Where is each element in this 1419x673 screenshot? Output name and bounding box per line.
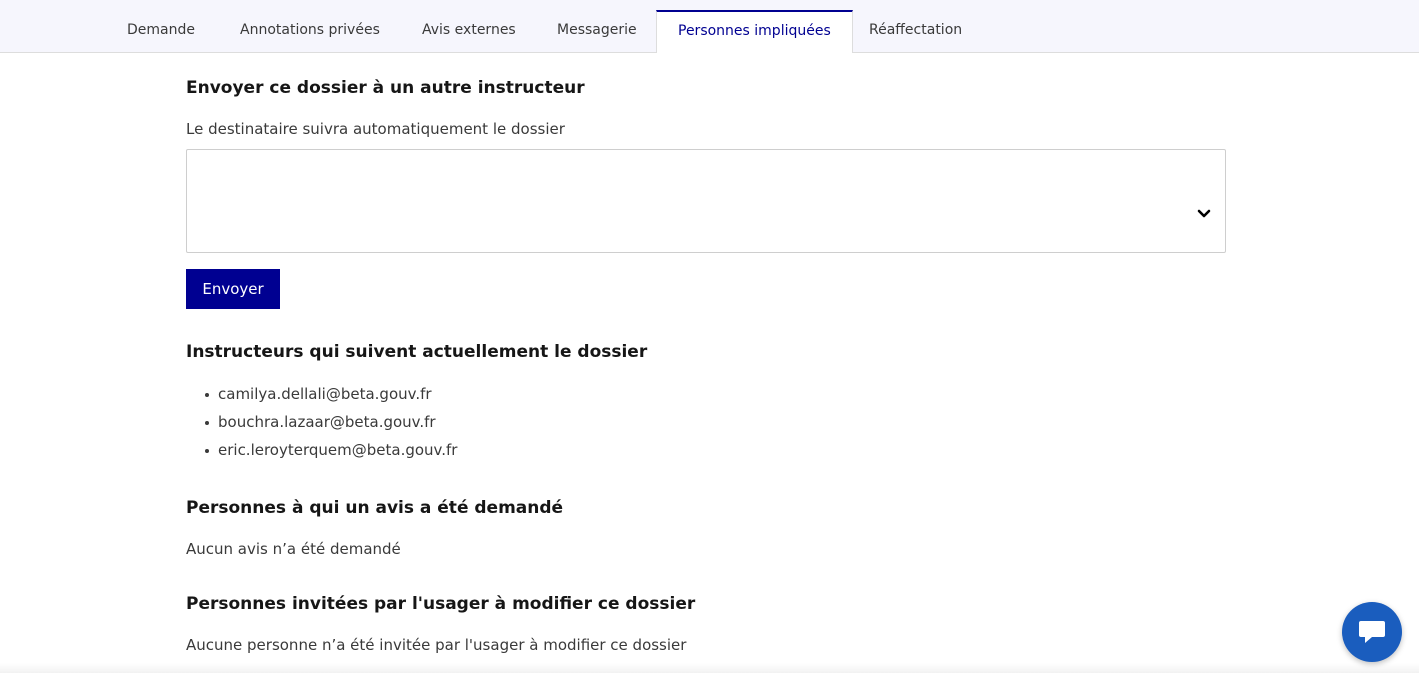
send-button[interactable]: Envoyer [186, 269, 280, 309]
chat-bubble-icon [1359, 621, 1385, 643]
chevron-down-icon [1197, 209, 1211, 218]
avis-section-title: Personnes à qui un avis a été demandé [186, 498, 564, 518]
followers-list: camilya.dellali@beta.gouv.fr bouchra.laz… [186, 380, 457, 464]
followers-section-title: Instructeurs qui suivent actuellement le… [186, 342, 648, 362]
tab-demande[interactable]: Demande [106, 10, 216, 52]
avis-empty-text: Aucun avis n’a été demandé [186, 540, 401, 558]
bottom-shadow [0, 663, 1419, 673]
list-item: eric.leroyterquem@beta.gouv.fr [204, 436, 457, 464]
tab-messagerie[interactable]: Messagerie [536, 10, 658, 52]
send-section-title: Envoyer ce dossier à un autre instructeu… [186, 78, 585, 98]
invites-empty-text: Aucune personne n’a été invitée par l'us… [186, 636, 687, 654]
tab-annotations-privees[interactable]: Annotations privées [219, 10, 401, 52]
tab-bar: Demande Annotations privées Avis externe… [0, 0, 1419, 53]
tab-reaffectation[interactable]: Réaffectation [848, 10, 983, 52]
instructor-select[interactable] [186, 149, 1226, 253]
list-item: bouchra.lazaar@beta.gouv.fr [204, 408, 457, 436]
tab-personnes-impliquees[interactable]: Personnes impliquées [656, 10, 853, 53]
list-item: camilya.dellali@beta.gouv.fr [204, 380, 457, 408]
invites-section-title: Personnes invitées par l'usager à modifi… [186, 594, 696, 614]
chat-button[interactable] [1342, 602, 1402, 662]
send-section-hint: Le destinataire suivra automatiquement l… [186, 120, 565, 138]
tab-avis-externes[interactable]: Avis externes [401, 10, 537, 52]
